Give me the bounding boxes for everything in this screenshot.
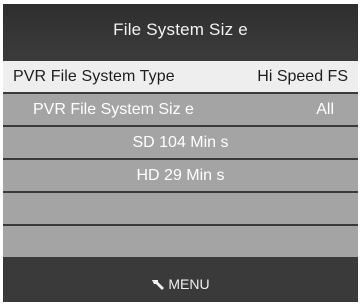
sd-minutes-row: SD 104 Min s [3,127,358,158]
hd-minutes-text: HD 29 Min s [136,166,225,184]
hd-minutes-row: HD 29 Min s [3,160,358,191]
file-system-size-menu: File System Siz e PVR File System Type H… [3,4,358,302]
pvr-file-system-type-row[interactable]: PVR File System Type Hi Speed FS [3,61,358,92]
pvr-file-system-type-label: PVR File System Type [13,67,175,85]
menu-title-bar: File System Siz e [3,4,358,56]
empty-row [3,226,358,257]
pvr-file-system-size-value: All [316,100,334,118]
menu-key-icon [151,277,165,291]
menu-rows: PVR File System Type Hi Speed FS PVR Fil… [3,61,358,259]
empty-row [3,193,358,224]
menu-footer: MENU [3,266,358,302]
menu-title: File System Siz e [113,20,248,39]
pvr-file-system-type-value: Hi Speed FS [257,67,348,85]
pvr-file-system-size-row[interactable]: PVR File System Siz e All [3,94,358,125]
pvr-file-system-size-label: PVR File System Siz e [33,100,194,118]
sd-minutes-text: SD 104 Min s [132,133,229,151]
menu-footer-label: MENU [168,276,210,292]
